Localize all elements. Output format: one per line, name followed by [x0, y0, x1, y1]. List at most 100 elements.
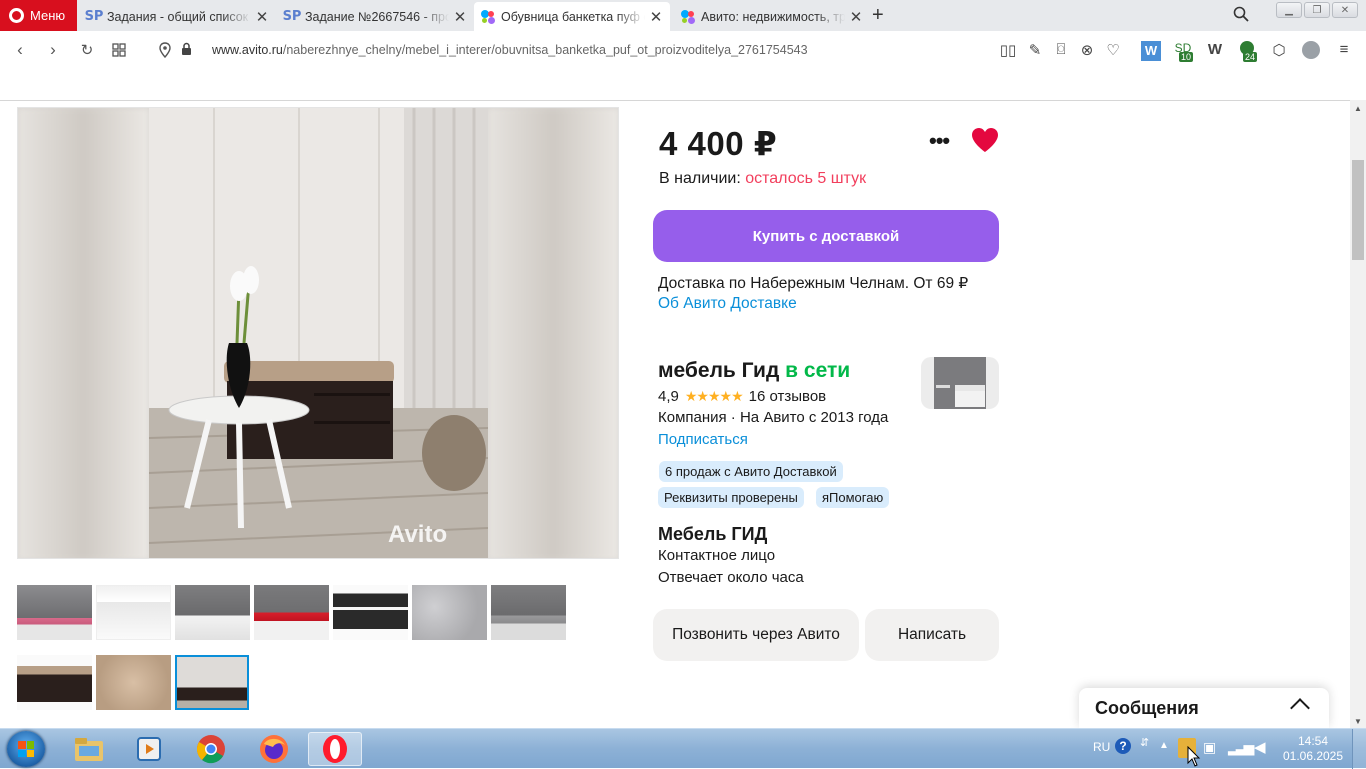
- speed-dial-icon[interactable]: [112, 43, 126, 57]
- adblock-icon[interactable]: ⊗: [1077, 41, 1097, 61]
- scroll-thumb[interactable]: [1352, 160, 1364, 260]
- about-avito-delivery-link[interactable]: Об Авито Доставке: [658, 295, 797, 313]
- help-icon[interactable]: ?: [1115, 738, 1131, 754]
- forward-icon[interactable]: ›: [43, 40, 63, 60]
- tab-avito-home[interactable]: Авито: недвижимость, тра ✕: [674, 2, 870, 31]
- close-tab-icon[interactable]: ✕: [848, 8, 864, 26]
- page-top-divider: [0, 100, 1350, 101]
- opera-icon[interactable]: [308, 732, 362, 766]
- tab-shoe-rack-listing[interactable]: Обувница банкетка пуф о ✕: [474, 2, 670, 31]
- thumbnail[interactable]: [412, 585, 487, 640]
- seller-rating[interactable]: 4,9 ★★★★★ 16 отзывов: [658, 388, 826, 405]
- easy-setup-menu-icon[interactable]: ≡: [1334, 41, 1354, 61]
- tab-tasks-list[interactable]: SP Задания - общий список з ✕: [80, 2, 276, 31]
- thumbnail[interactable]: [333, 585, 408, 640]
- stock-remaining: осталось 5 штук: [745, 170, 867, 187]
- chrome-icon[interactable]: [184, 732, 238, 766]
- write-message-button[interactable]: Написать: [865, 609, 999, 661]
- thumbnail[interactable]: [17, 655, 92, 710]
- response-time: Отвечает около часа: [658, 569, 804, 586]
- badge-delivery-sales[interactable]: 6 продаж с Авито Доставкой: [659, 461, 843, 482]
- close-tab-icon[interactable]: ✕: [648, 8, 664, 26]
- seller-avatar[interactable]: [921, 357, 999, 409]
- badge-ya-pomogayu[interactable]: яПомогаю: [816, 487, 890, 508]
- close-tab-icon[interactable]: ✕: [452, 8, 468, 26]
- network-signal-icon[interactable]: ▂▃▅: [1228, 739, 1254, 756]
- thumbnail[interactable]: [491, 585, 566, 640]
- thumbnail[interactable]: [96, 585, 171, 640]
- thumbnail[interactable]: [175, 585, 250, 640]
- extensions-cube-icon[interactable]: ⬡: [1269, 41, 1289, 61]
- page-scrollbar[interactable]: ▲ ▼: [1350, 100, 1366, 728]
- messages-label: Сообщения: [1095, 697, 1199, 718]
- subscribe-link[interactable]: Подписаться: [658, 431, 748, 448]
- url-host: www.avito.ru: [212, 43, 283, 57]
- camera-snapshot-icon[interactable]: ⌼: [1051, 41, 1071, 61]
- seller-name[interactable]: мебель Гид в сети: [658, 359, 850, 383]
- media-player-icon[interactable]: [122, 732, 176, 766]
- scroll-down-icon[interactable]: ▼: [1350, 717, 1366, 726]
- system-clock[interactable]: 14:54 01.06.2025: [1280, 734, 1346, 764]
- chevron-up-icon[interactable]: [1290, 698, 1310, 718]
- contact-name: Мебель ГИД: [658, 524, 768, 544]
- profile-avatar-icon[interactable]: [1301, 41, 1321, 61]
- minimize-icon[interactable]: ▁: [1276, 2, 1302, 18]
- thumbnail-selected[interactable]: [175, 655, 249, 710]
- window-controls: ▁ ❐ ✕: [1276, 2, 1358, 18]
- sp-favicon-icon: SP: [282, 9, 302, 24]
- url-path: /naberezhnye_chelny/mebel_i_interer/obuv…: [282, 43, 808, 57]
- photo-blur-right: [488, 108, 618, 558]
- thumbnail[interactable]: [96, 655, 171, 710]
- show-desktop-button[interactable]: [1352, 729, 1366, 769]
- mouse-cursor-icon: [1187, 746, 1201, 767]
- tab-strip: Меню SP Задания - общий список з ✕ SP За…: [0, 0, 1366, 31]
- word-extension-icon[interactable]: W: [1141, 41, 1161, 61]
- seller-company-info: Компания · На Авито с 2013 года: [658, 409, 889, 426]
- main-product-photo[interactable]: Avito: [17, 107, 619, 559]
- firefox-icon[interactable]: [247, 732, 301, 766]
- reload-icon[interactable]: ↻: [77, 41, 97, 59]
- opera-logo-icon: [9, 8, 24, 23]
- device-icon[interactable]: ▣: [1203, 739, 1216, 756]
- tab-task-detail[interactable]: SP Задание №2667546 - прос ✕: [278, 2, 474, 31]
- thumbnail[interactable]: [254, 585, 329, 640]
- back-icon[interactable]: ‹: [10, 40, 30, 60]
- close-window-icon[interactable]: ✕: [1332, 2, 1358, 18]
- show-hidden-icons-icon[interactable]: ▲: [1159, 740, 1169, 751]
- maximize-icon[interactable]: ❐: [1304, 2, 1330, 18]
- badge-verified-details[interactable]: Реквизиты проверены: [658, 487, 804, 508]
- thumbnail[interactable]: [17, 585, 92, 640]
- favorite-heart-icon[interactable]: [971, 127, 999, 153]
- online-status: в сети: [785, 359, 851, 382]
- sd-badge: 10: [1179, 52, 1194, 62]
- vk-extension-icon[interactable]: 24: [1237, 41, 1258, 62]
- contact-role: Контактное лицо: [658, 547, 776, 564]
- tab-title: Обувница банкетка пуф о: [501, 9, 645, 24]
- favorites-heart-icon[interactable]: ♡: [1103, 41, 1123, 61]
- edit-icon[interactable]: ✎: [1025, 41, 1045, 61]
- buy-with-delivery-button[interactable]: Купить с доставкой: [653, 210, 999, 262]
- sd-extension-icon[interactable]: SD 10: [1173, 41, 1194, 62]
- opera-menu-button[interactable]: Меню: [0, 0, 77, 31]
- price: 4 400 ₽: [659, 125, 778, 162]
- volume-icon[interactable]: ◀: [1254, 738, 1266, 756]
- new-tab-plus-icon[interactable]: +: [872, 4, 884, 27]
- close-tab-icon[interactable]: ✕: [254, 8, 270, 26]
- delivery-info: Доставка по Набережным Челнам. От 69 ₽: [658, 275, 969, 292]
- menu-label: Меню: [30, 8, 66, 23]
- location-icon[interactable]: [159, 42, 171, 58]
- wikipedia-extension-icon[interactable]: W: [1205, 41, 1225, 61]
- file-explorer-icon[interactable]: [62, 732, 116, 766]
- url-text[interactable]: www.avito.ru/naberezhnye_chelny/mebel_i_…: [212, 43, 808, 57]
- start-button[interactable]: [7, 731, 45, 767]
- input-settings-icon[interactable]: ⇵: [1140, 736, 1149, 749]
- padlock-icon[interactable]: [181, 42, 192, 56]
- tab-search-icon[interactable]: [1233, 6, 1249, 22]
- scroll-up-icon[interactable]: ▲: [1350, 104, 1366, 113]
- language-indicator[interactable]: RU: [1093, 740, 1110, 754]
- reader-view-icon[interactable]: ▯▯: [998, 41, 1018, 61]
- call-via-avito-button[interactable]: Позвонить через Авито: [653, 609, 859, 661]
- seller-name-text: мебель Гид: [658, 359, 780, 382]
- more-options-icon[interactable]: •••: [929, 128, 950, 154]
- messages-panel[interactable]: Сообщения: [1079, 688, 1329, 728]
